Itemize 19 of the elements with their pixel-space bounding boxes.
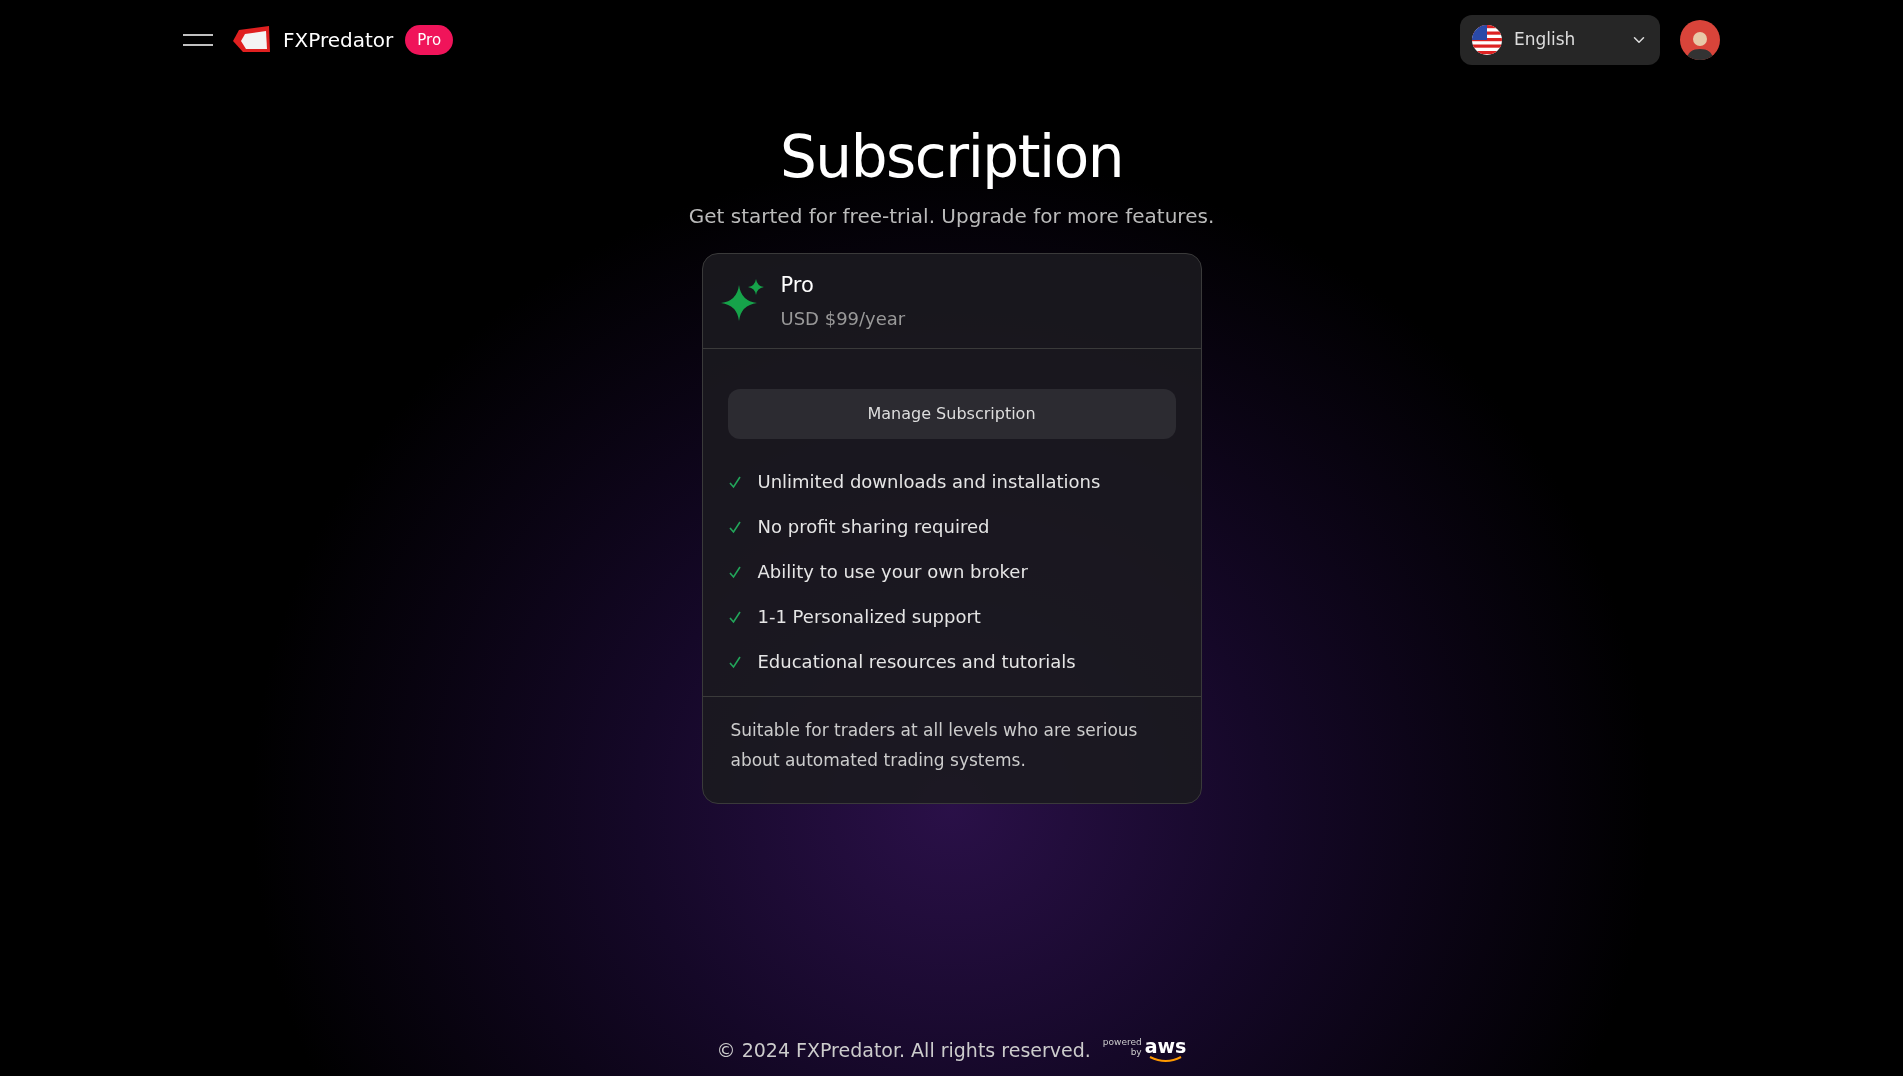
page-title: Subscription [780, 122, 1123, 193]
brand-name: FXPredator [283, 27, 394, 54]
flag-icon [1472, 25, 1502, 55]
plan-name: Pro [780, 271, 815, 299]
plan-badge: Pro [405, 24, 454, 56]
feature-text: Ability to use your own broker [757, 560, 1028, 584]
feature-text: 1-1 Personalized support [757, 605, 981, 629]
manage-subscription-button[interactable]: Manage Subscription [727, 389, 1176, 439]
plan-description: Suitable for traders at all levels who are serious about automated trading systems. [729, 719, 1139, 772]
copyright-text: © 2024 FXPredator. All rights reserved. [716, 1037, 1091, 1063]
feature-text: No profit sharing required [757, 515, 990, 539]
feature-text: Unlimited downloads and installations [757, 470, 1101, 494]
feature-text: Educational resources and tutorials [757, 650, 1076, 674]
logo-icon[interactable] [233, 26, 271, 54]
page-subtitle: Get started for free-trial. Upgrade for more features. [688, 203, 1215, 230]
menu-icon[interactable] [183, 34, 213, 46]
language-dropdown[interactable]: English [1460, 15, 1660, 65]
plan-price: USD $99/year [780, 307, 906, 332]
avatar[interactable] [1680, 20, 1720, 60]
